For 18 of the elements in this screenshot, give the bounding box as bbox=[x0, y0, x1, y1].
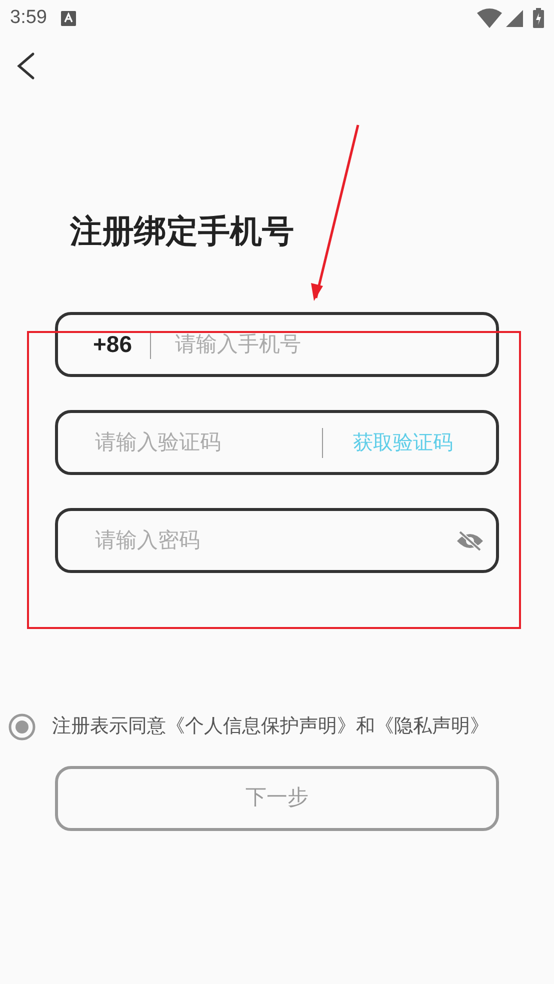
country-code[interactable]: +86 bbox=[93, 327, 132, 362]
code-placeholder: 请输入验证码 bbox=[95, 430, 221, 456]
phone-placeholder: 请输入手机号 bbox=[175, 332, 302, 358]
password-input-field[interactable]: 请输入密码 bbox=[55, 508, 499, 573]
page-title: 注册绑定手机号 bbox=[70, 212, 295, 251]
wifi-icon bbox=[477, 8, 502, 28]
signal-icon bbox=[506, 10, 523, 26]
status-time: 3:59 bbox=[10, 6, 47, 30]
password-placeholder: 请输入密码 bbox=[95, 528, 200, 554]
agreement-text: 注册表示同意《个人信息保护声明》和《隐私声明》 bbox=[52, 715, 489, 739]
code-input-field[interactable]: 请输入验证码 获取验证码 bbox=[55, 410, 499, 475]
agree-radio[interactable] bbox=[8, 713, 36, 742]
eye-slash-icon[interactable] bbox=[456, 530, 484, 550]
keyboard-icon bbox=[60, 10, 76, 26]
phone-input-field[interactable]: +86 请输入手机号 bbox=[55, 312, 499, 377]
back-icon[interactable] bbox=[16, 52, 36, 80]
get-code-link[interactable]: 获取验证码 bbox=[353, 428, 453, 458]
battery-icon bbox=[533, 8, 544, 28]
